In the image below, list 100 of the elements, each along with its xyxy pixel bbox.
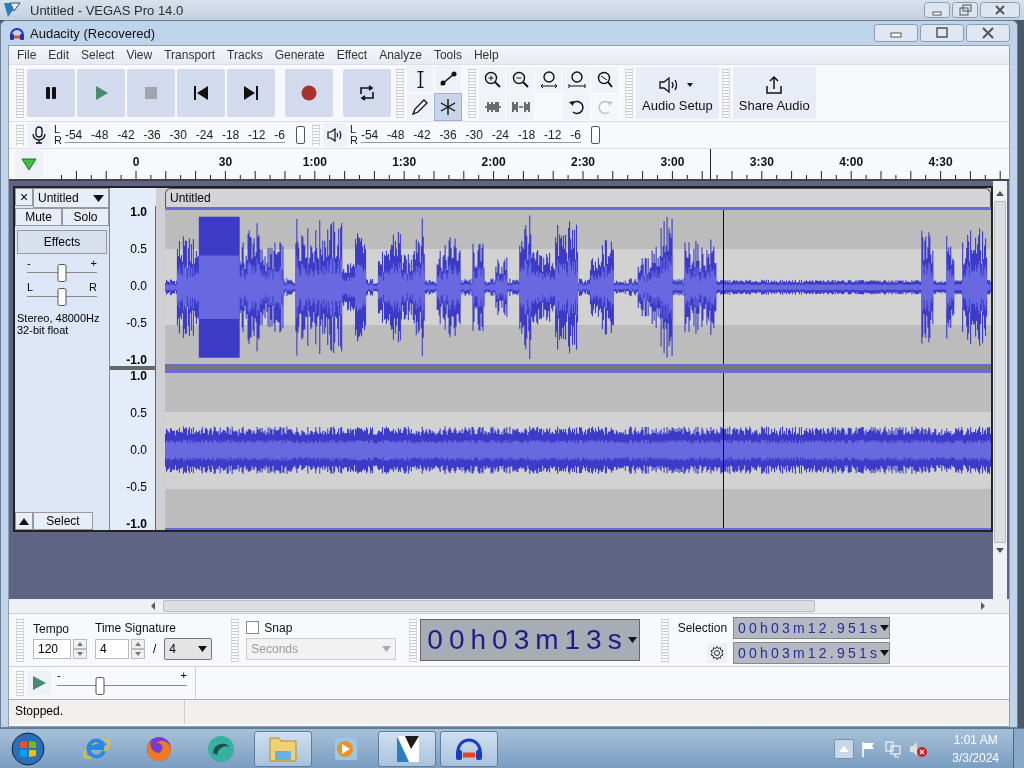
audio-setup-button[interactable]: Audio Setup [636, 67, 719, 119]
meter-tick: -42 [117, 127, 135, 142]
menu-item[interactable]: Generate [268, 48, 331, 62]
time-label: 1:00 [302, 155, 327, 169]
taskbar-app-button[interactable] [378, 730, 436, 767]
track-info-text: 32-bit float [17, 324, 70, 336]
toolbar-grip[interactable] [625, 68, 633, 118]
scrollbar-thumb[interactable] [163, 600, 815, 612]
meter-tick: -12 [248, 127, 266, 142]
pause-button[interactable] [27, 69, 75, 117]
pan-slider[interactable]: L R [27, 282, 97, 306]
tempo-field[interactable]: 120 [33, 638, 71, 659]
taskbar-app-button[interactable] [440, 730, 498, 767]
scale-label: -0.5 [126, 481, 147, 493]
gain-slider[interactable]: - + [27, 258, 97, 282]
toolbar-grip[interactable] [231, 618, 240, 662]
zoom-fit-button[interactable] [563, 66, 590, 93]
toolbar-grip[interactable] [16, 124, 24, 146]
menu-item[interactable]: Help [467, 48, 505, 62]
tempo-label: Tempo [33, 621, 71, 636]
zoom-fit-button[interactable] [535, 66, 562, 93]
close-track-button[interactable]: × [15, 188, 33, 206]
zoom-out-button[interactable] [507, 66, 534, 93]
spin-arrows-icon[interactable] [73, 638, 87, 659]
toolbar-grip[interactable] [396, 68, 404, 118]
snap-checkbox[interactable] [246, 621, 260, 634]
selection-start-field[interactable]: 00h03m12.951s [733, 616, 891, 639]
toolbar-grip[interactable] [16, 670, 24, 696]
toolbar-grip[interactable] [409, 618, 418, 662]
i-beam-tool-button[interactable] [407, 66, 433, 92]
beats-field[interactable]: 4 [95, 638, 129, 659]
caret-icon [880, 624, 890, 631]
solo-button[interactable]: Solo [62, 208, 109, 226]
menu-item[interactable]: Analyze [373, 48, 428, 62]
speed-slider[interactable]: - + [57, 671, 187, 695]
trim-button[interactable] [479, 93, 506, 120]
beat-value-dropdown[interactable]: 4 [164, 637, 213, 660]
clip-title: Untitled [165, 188, 992, 207]
slider-thumb[interactable] [591, 126, 601, 144]
close-icon[interactable] [966, 24, 1010, 42]
mute-button[interactable]: Mute [15, 208, 62, 226]
microphone-button[interactable] [27, 123, 51, 147]
zoom-toggle-button[interactable] [591, 66, 618, 93]
menu-item[interactable]: Transport [158, 48, 222, 62]
show-hidden-icons-icon[interactable] [834, 738, 855, 759]
select-button[interactable]: Select [33, 512, 93, 530]
pencil-tool-button[interactable] [407, 94, 433, 120]
scale-label: -0.5 [126, 317, 147, 329]
slider-thumb[interactable] [57, 288, 67, 306]
menu-item[interactable]: Select [75, 48, 121, 62]
scrollbar-thumb[interactable] [994, 201, 1006, 543]
scroll-down-icon[interactable] [995, 547, 1005, 555]
meter-tick: -36 [439, 127, 457, 142]
slider-thumb[interactable] [295, 126, 305, 144]
channel-label: L [54, 124, 62, 135]
skip-to-start-button[interactable] [177, 69, 225, 117]
slider-thumb[interactable] [57, 264, 67, 282]
menu-item[interactable]: Tools [427, 48, 468, 62]
menu-item[interactable]: Tracks [221, 48, 269, 62]
close-icon[interactable] [980, 2, 1020, 18]
toolbar-grip[interactable] [16, 618, 24, 662]
menu-item[interactable]: File [11, 48, 43, 62]
slider-thumb[interactable] [95, 677, 105, 695]
meter-tick: -54 [64, 127, 83, 142]
undo-button[interactable] [563, 93, 590, 120]
scroll-up-icon[interactable] [995, 189, 1005, 197]
scroll-left-icon[interactable] [149, 601, 157, 611]
loop-button[interactable] [343, 69, 391, 117]
toolbar-grip[interactable] [721, 68, 730, 118]
silence-button[interactable] [507, 93, 534, 120]
slider-max-label: + [180, 669, 187, 681]
time-display[interactable]: 00h03m13s [420, 619, 640, 661]
scroll-right-icon[interactable] [979, 601, 987, 611]
cursor-line [710, 149, 711, 179]
selection-label: Selection [677, 620, 728, 635]
toolbar-grip[interactable] [468, 68, 476, 118]
play-at-speed-button[interactable] [27, 671, 51, 695]
maximize-icon[interactable] [920, 24, 964, 42]
settings-button[interactable] [707, 642, 728, 663]
slider-min-label: L [27, 281, 34, 293]
spin-arrows-icon[interactable] [131, 638, 145, 659]
time-label: 1:30 [392, 155, 417, 169]
menu-item[interactable]: View [120, 48, 159, 62]
speaker-button[interactable] [322, 123, 347, 147]
asterisk-tool-button[interactable] [435, 94, 461, 120]
collapse-button[interactable] [15, 512, 33, 530]
menu-item[interactable]: Edit [42, 48, 76, 62]
toolbar-grip[interactable] [311, 124, 320, 146]
toolbar-grip[interactable] [660, 618, 669, 662]
zoom-in-button[interactable] [479, 66, 506, 93]
toolbar-grip[interactable] [16, 68, 24, 118]
menu-item[interactable]: Effect [330, 48, 374, 62]
share-audio-button[interactable]: Share Audio [732, 67, 816, 119]
track-name-dropdown[interactable]: Untitled [33, 188, 109, 208]
restore-icon[interactable] [952, 2, 978, 18]
selection-end-field[interactable]: 00h03m12.951s [733, 641, 891, 664]
meter-tick: -30 [465, 127, 483, 142]
skip-to-end-button[interactable] [227, 69, 275, 117]
effects-button[interactable]: Effects [17, 230, 107, 254]
record-button[interactable] [285, 69, 333, 117]
